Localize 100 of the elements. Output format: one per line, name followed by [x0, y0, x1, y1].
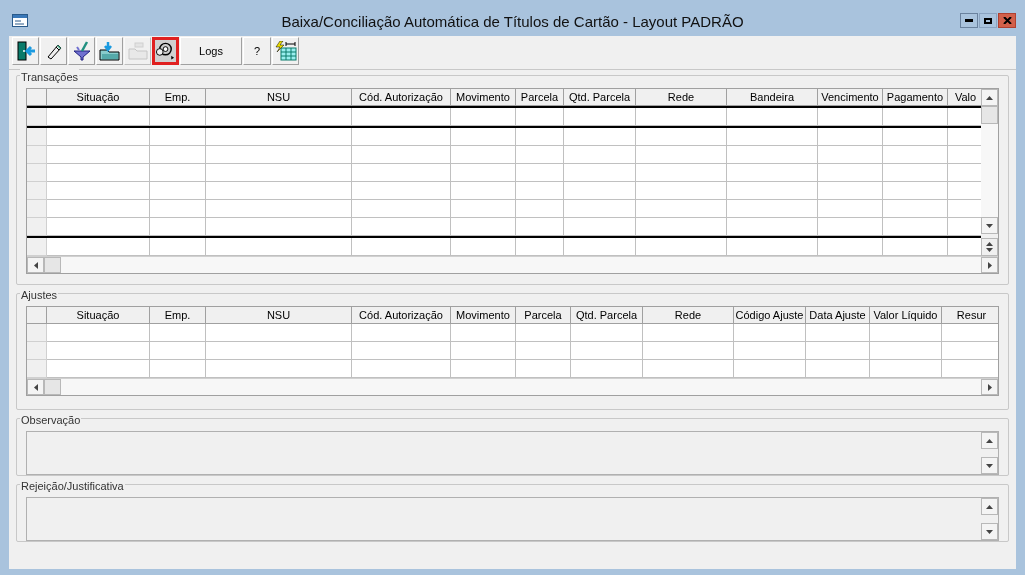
- group-title: Transações: [20, 69, 80, 86]
- scroll-thumb[interactable]: [44, 379, 61, 395]
- scroll-thumb[interactable]: [981, 106, 998, 124]
- toolbar-button[interactable]: Logs: [180, 37, 242, 65]
- scroll-left-button[interactable]: [27, 257, 44, 273]
- folder-download-icon-button[interactable]: [96, 37, 123, 65]
- table-cell: [516, 128, 564, 146]
- table-cell: [870, 324, 942, 342]
- column-header[interactable]: Data Ajuste: [806, 307, 870, 324]
- scroll-up-button[interactable]: [981, 498, 998, 515]
- triangle-left-icon: [32, 260, 39, 270]
- column-header[interactable]: Pagamento: [883, 89, 948, 106]
- table-cell: [818, 200, 883, 218]
- table-cell: [150, 128, 206, 146]
- scroll-right-button[interactable]: [981, 257, 998, 273]
- column-header[interactable]: NSU: [206, 307, 352, 324]
- triangle-up-icon: [985, 503, 994, 510]
- column-header[interactable]: Qtd. Parcela: [564, 89, 636, 106]
- scroll-left-button[interactable]: [27, 379, 44, 395]
- table-cell: [883, 164, 948, 182]
- table-cell: [451, 128, 516, 146]
- column-header[interactable]: Resur: [942, 307, 998, 324]
- magnifier-gear-icon: [155, 41, 176, 61]
- column-header[interactable]: Rede: [643, 307, 734, 324]
- table-cell: [451, 324, 516, 342]
- table-cell: [451, 182, 516, 200]
- column-header[interactable]: Parcela: [516, 89, 564, 106]
- column-header[interactable]: Código Ajuste: [734, 307, 806, 324]
- close-button[interactable]: [998, 13, 1016, 28]
- table-cell: [818, 146, 883, 164]
- minimize-button[interactable]: [960, 13, 978, 28]
- folder-download-icon: [98, 41, 121, 61]
- column-header[interactable]: NSU: [206, 89, 352, 106]
- column-header[interactable]: Situação: [47, 89, 150, 106]
- table-cell: [451, 164, 516, 182]
- column-header[interactable]: Cód. Autorização: [352, 307, 451, 324]
- table-cell: [150, 164, 206, 182]
- table-cell: [883, 146, 948, 164]
- column-header[interactable]: Valo: [948, 89, 981, 106]
- door-exit-icon-button[interactable]: [12, 37, 39, 65]
- table-cell: [870, 342, 942, 360]
- window-icon: [12, 14, 28, 27]
- table-cell: [571, 342, 643, 360]
- triangle-right-icon: [986, 382, 993, 392]
- eraser-icon-button[interactable]: [40, 37, 67, 65]
- column-header[interactable]: Movimento: [451, 307, 516, 324]
- table-cell: [150, 200, 206, 218]
- scroll-thumb[interactable]: [44, 257, 61, 273]
- scroll-down-button[interactable]: [981, 457, 998, 474]
- close-icon: [1002, 17, 1012, 24]
- table-cell: [564, 200, 636, 218]
- table-cell: [564, 182, 636, 200]
- table-cell: [734, 342, 806, 360]
- triangle-down-icon: [986, 248, 993, 252]
- toolbar-button[interactable]: ?: [243, 37, 271, 65]
- table-cell: [883, 182, 948, 200]
- funnel-icon-button[interactable]: [68, 37, 95, 65]
- column-header[interactable]: Qtd. Parcela: [571, 307, 643, 324]
- column-header[interactable]: Emp.: [150, 307, 206, 324]
- triangle-left-icon: [32, 382, 39, 392]
- table-cell: [883, 200, 948, 218]
- table-cell: [516, 146, 564, 164]
- column-header[interactable]: Emp.: [150, 89, 206, 106]
- table-cell: [564, 146, 636, 164]
- table-cell: [451, 342, 516, 360]
- column-header[interactable]: Situação: [47, 307, 150, 324]
- table-cell: [806, 324, 870, 342]
- triangle-up-icon: [985, 94, 994, 101]
- table-cell: [516, 324, 571, 342]
- column-header[interactable]: Vencimento: [818, 89, 883, 106]
- scroll-up-button[interactable]: [981, 432, 998, 449]
- table-cell: [571, 324, 643, 342]
- scroll-down-button[interactable]: [981, 217, 998, 234]
- funnel-icon: [71, 41, 92, 61]
- table-cell: [734, 324, 806, 342]
- table-cell: [451, 146, 516, 164]
- column-header[interactable]: Bandeira: [727, 89, 818, 106]
- door-exit-icon: [15, 41, 36, 61]
- column-header[interactable]: Parcela: [516, 307, 571, 324]
- folder-icon: [127, 42, 148, 60]
- triangle-down-icon: [985, 528, 994, 535]
- spin-button[interactable]: [981, 238, 998, 256]
- table-cell: [818, 164, 883, 182]
- column-header[interactable]: Cód. Autorização: [352, 89, 451, 106]
- column-header[interactable]: Valor Líquido: [870, 307, 942, 324]
- magnifier-gear-icon-button[interactable]: [152, 37, 179, 65]
- column-header[interactable]: Rede: [636, 89, 727, 106]
- column-header[interactable]: Movimento: [451, 89, 516, 106]
- table-cell: [516, 200, 564, 218]
- scroll-right-button[interactable]: [981, 379, 998, 395]
- table-cell: [818, 182, 883, 200]
- scroll-up-button[interactable]: [981, 89, 998, 106]
- maximize-button[interactable]: [979, 13, 997, 28]
- table-cell: [806, 342, 870, 360]
- table-cell: [150, 146, 206, 164]
- lightning-table-icon: [274, 41, 297, 61]
- scroll-down-button[interactable]: [981, 523, 998, 540]
- window-title: Baixa/Conciliação Automática de Títulos de Cartão - Layout PADRÃO: [281, 11, 744, 32]
- triangle-down-icon: [985, 462, 994, 469]
- lightning-table-icon-button[interactable]: [272, 37, 299, 65]
